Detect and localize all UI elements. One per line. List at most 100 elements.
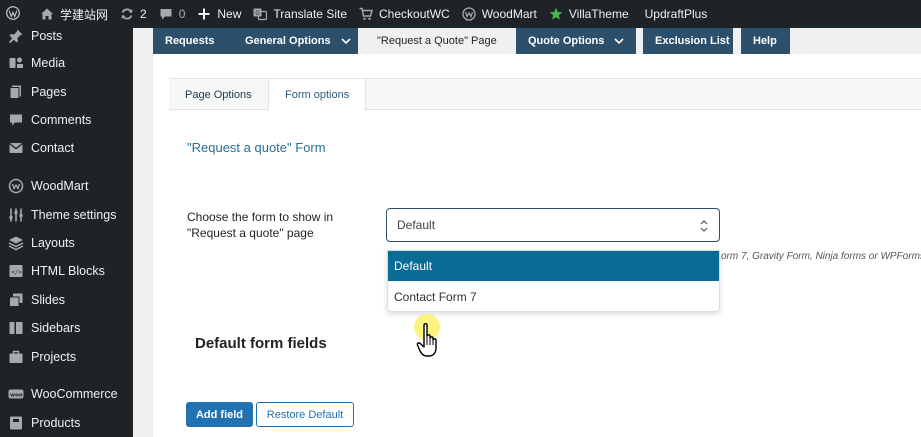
sidebar-item-slides[interactable]: Slides (0, 287, 133, 313)
plugin-tabs: Requests General Options "Request a Quot… (133, 28, 921, 54)
form-select-value: Default (397, 218, 436, 232)
woodmart-logo-icon (462, 7, 476, 21)
default-form-fields-heading: Default form fields (195, 335, 327, 352)
comments-count: 0 (178, 7, 186, 21)
sidebar-item-pages[interactable]: Pages (0, 79, 133, 105)
form-section-title: "Request a quote" Form (187, 140, 326, 155)
sidebar-item-label: Products (31, 416, 81, 430)
villatheme-label: VillaTheme (568, 7, 629, 21)
new-label: New (217, 7, 242, 21)
translate-label: Translate Site (273, 7, 347, 21)
main-content: Requests General Options "Request a Quot… (133, 28, 921, 437)
site-name: 学建站网 (60, 7, 109, 22)
tab-quote-options[interactable]: Quote Options (516, 28, 636, 54)
sidebar-item-label: Pages (31, 85, 67, 99)
svg-text:</>: </> (11, 269, 22, 276)
tab-label: Exclusion List (655, 35, 730, 47)
svg-text:G: G (256, 10, 261, 17)
chevron-down-icon (614, 36, 624, 46)
tab-label: Requests (165, 35, 215, 47)
translate-site-link[interactable]: G Translate Site (247, 0, 353, 28)
sidebar-item-theme-settings[interactable]: Theme settings (0, 202, 133, 228)
woodmart-label: WoodMart (481, 7, 537, 21)
sidebar-item-label: Theme settings (31, 208, 117, 222)
sidebar-item-label: WooCommerce (31, 387, 118, 401)
tab-label: Help (753, 35, 777, 47)
tab-exclusion-list[interactable]: Exclusion List (643, 28, 733, 54)
sidebar-item-layouts[interactable]: Layouts (0, 230, 133, 256)
sidebar-item-comments[interactable]: Comments (0, 107, 133, 133)
tag-icon (8, 415, 24, 431)
new-content-link[interactable]: New (191, 0, 247, 28)
comments-link[interactable]: 0 (153, 0, 192, 28)
sidebar-item-contact[interactable]: Contact (0, 135, 133, 161)
sidebar-item-label: Layouts (31, 236, 75, 250)
tab-label: "Request a Quote" Page (377, 35, 497, 47)
sidebar-item-label: Sidebars (31, 321, 81, 335)
sidebar-item-posts[interactable]: Posts (0, 23, 133, 49)
sidebar-item-html-blocks[interactable]: </> HTML Blocks (0, 258, 133, 284)
option-default[interactable]: Default (388, 251, 719, 281)
chevron-down-icon (341, 36, 351, 46)
tab-general-options[interactable]: General Options (233, 28, 358, 54)
woo-icon: woo (8, 386, 24, 402)
refresh-icon (120, 7, 134, 21)
home-icon (40, 7, 54, 21)
subtab-page-options[interactable]: Page Options (169, 79, 268, 110)
comment-icon (159, 7, 173, 21)
sidebar-item-label: HTML Blocks (31, 264, 105, 278)
pin-icon (8, 28, 24, 44)
cart-icon (359, 7, 373, 21)
sidebar-item-products[interactable]: Products (0, 410, 133, 436)
woodmart-icon (8, 178, 24, 194)
checkoutwc-label: CheckoutWC (379, 7, 450, 21)
sidebar-item-sidebars[interactable]: Sidebars (0, 315, 133, 341)
subtab-label: Form options (285, 89, 350, 101)
comment-icon (8, 112, 24, 128)
form-help-text: orm 7, Gravity Form, Ninja forms or WPFo… (721, 251, 921, 262)
translate-icon: G (253, 7, 268, 21)
sidebar-item-label: Projects (31, 350, 77, 364)
settings-panel (153, 54, 921, 437)
admin-sidebar: Posts Media Pages Comments Contact WoodM… (0, 28, 133, 437)
plus-icon (197, 7, 211, 21)
updraftplus-link[interactable]: UpdraftPlus (635, 0, 714, 28)
admin-bar: 学建站网 2 0 New G Translate Site CheckoutWC (0, 0, 921, 28)
slides-icon (8, 292, 24, 308)
tab-label: General Options (245, 35, 331, 47)
briefcase-icon (8, 349, 24, 365)
tab-help[interactable]: Help (741, 28, 790, 54)
sidebar-item-label: Contact (31, 141, 75, 155)
woodmart-link[interactable]: WoodMart (456, 0, 543, 28)
option-label: Contact Form 7 (394, 290, 477, 304)
subtab-form-options[interactable]: Form options (268, 79, 367, 111)
sidebar-item-projects[interactable]: Projects (0, 344, 133, 370)
sidebar-item-label: Slides (31, 293, 66, 307)
checkoutwc-link[interactable]: CheckoutWC (353, 0, 456, 28)
choose-form-label: Choose the form to show in "Request a qu… (187, 210, 334, 240)
villatheme-link[interactable]: VillaTheme (543, 0, 635, 28)
tab-request-a-quote-page[interactable]: "Request a Quote" Page (365, 28, 509, 54)
add-field-button[interactable]: Add field (186, 402, 253, 427)
subtab-label: Page Options (185, 88, 252, 101)
select-updown-icon (699, 219, 709, 233)
sidebar-item-woodmart[interactable]: WoodMart (0, 173, 133, 199)
form-select[interactable]: Default (386, 208, 720, 242)
tab-label: Quote Options (528, 35, 605, 47)
restore-default-button[interactable]: Restore Default (256, 402, 354, 427)
sidebar-item-media[interactable]: Media (0, 50, 133, 76)
media-icon (8, 55, 24, 71)
sidebar-item-label: Comments (31, 113, 92, 127)
pages-icon (8, 84, 24, 100)
hand-pointer-icon (416, 321, 442, 359)
tab-requests[interactable]: Requests (153, 28, 233, 54)
sidebar-icon (8, 320, 24, 336)
mail-icon (8, 140, 24, 156)
svg-text:woo: woo (10, 393, 23, 399)
option-contact-form-7[interactable]: Contact Form 7 (388, 282, 719, 312)
sidebar-item-label: Media (31, 56, 66, 70)
updraftplus-label: UpdraftPlus (644, 7, 708, 21)
form-select-dropdown: Default Contact Form 7 (387, 250, 720, 312)
sidebar-item-woocommerce[interactable]: woo WooCommerce (0, 381, 133, 407)
sub-tabs: Page Options Form options (169, 78, 921, 111)
